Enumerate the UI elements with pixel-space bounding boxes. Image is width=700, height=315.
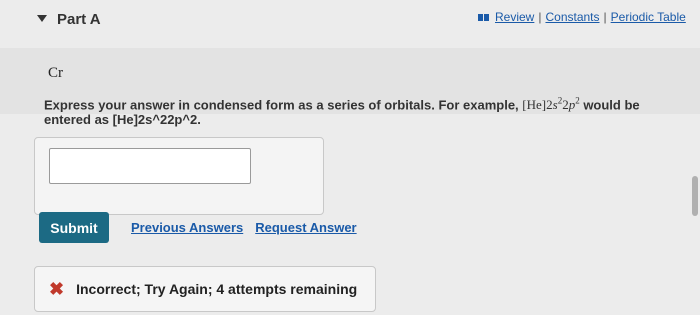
example-notation: [He]2s22p2 bbox=[522, 96, 580, 113]
instruction-prefix: Express your answer in condensed form as… bbox=[44, 97, 519, 113]
scrollbar[interactable] bbox=[692, 176, 698, 216]
separator: | bbox=[538, 10, 542, 24]
answer-container bbox=[34, 137, 324, 215]
element-symbol: Cr bbox=[48, 65, 63, 81]
feedback-message: Incorrect; Try Again; 4 attempts remaini… bbox=[76, 281, 358, 297]
submit-button[interactable]: Submit bbox=[39, 212, 109, 243]
previous-answers-link[interactable]: Previous Answers bbox=[131, 220, 243, 235]
resource-links: Review | Constants | Periodic Table bbox=[478, 10, 686, 24]
action-bar: Submit Previous Answers Request Answer bbox=[39, 212, 357, 243]
collapse-toggle-icon[interactable] bbox=[37, 15, 47, 22]
part-title: Part A bbox=[57, 11, 101, 28]
request-answer-link[interactable]: Request Answer bbox=[255, 220, 356, 235]
book-icon bbox=[478, 13, 489, 21]
constants-link[interactable]: Constants bbox=[545, 10, 599, 24]
periodic-table-link[interactable]: Periodic Table bbox=[611, 10, 686, 24]
answer-input[interactable] bbox=[49, 148, 251, 184]
instruction-text: Express your answer in condensed form as… bbox=[44, 94, 684, 127]
x-icon: ✖ bbox=[49, 278, 65, 299]
review-link[interactable]: Review bbox=[495, 10, 534, 24]
separator: | bbox=[603, 10, 607, 24]
feedback-banner: ✖ Incorrect; Try Again; 4 attempts remai… bbox=[34, 266, 376, 312]
part-header[interactable]: Part A Review | Constants | Periodic Tab… bbox=[0, 0, 700, 48]
